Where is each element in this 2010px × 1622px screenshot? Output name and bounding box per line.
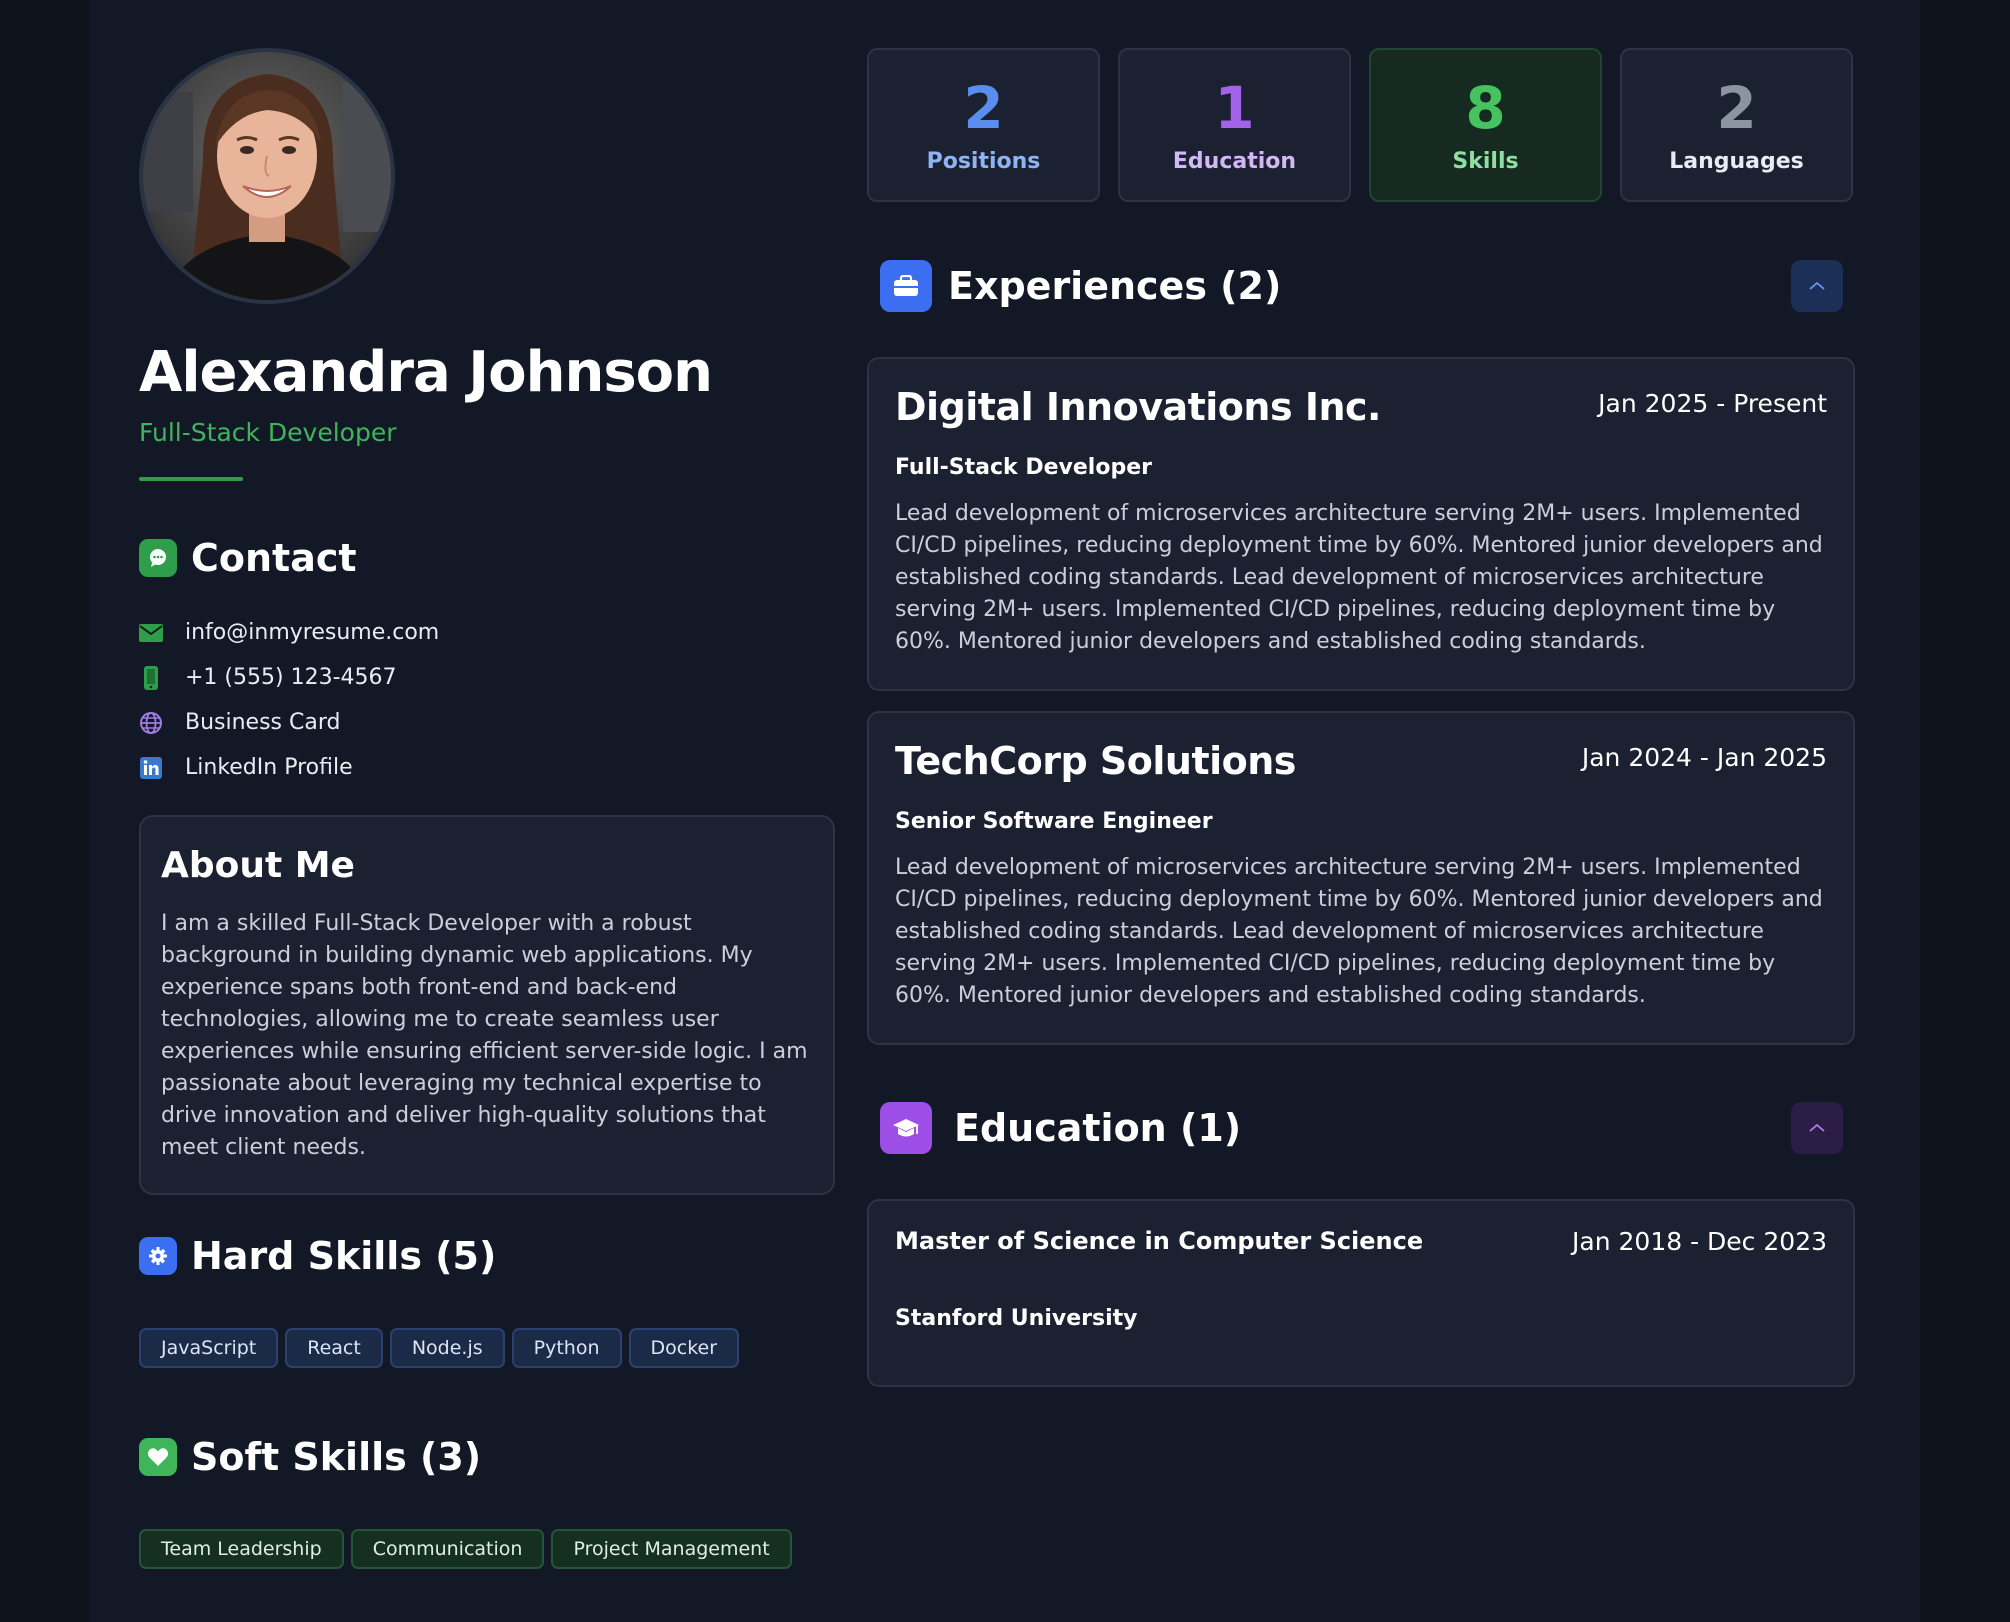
email-icon [139,621,163,645]
heart-icon [139,1438,177,1476]
stats-row: 2 Positions 1 Education 8 Skills 2 Langu… [867,48,1853,202]
graduation-cap-icon [880,1102,932,1154]
contact-business-card-label[interactable]: Business Card [185,710,340,735]
skill-tag: React [285,1328,383,1368]
chat-bubble-icon [139,539,177,577]
experience-description: Lead development of microservices archit… [895,501,1823,654]
experience-company: TechCorp Solutions [895,739,1296,783]
contact-business-card[interactable]: Business Card [139,700,439,745]
education-degree: Master of Science in Computer Science [895,1227,1424,1255]
contact-header: Contact [139,536,357,580]
contact-title: Contact [191,536,357,580]
stat-skills-label: Skills [1452,148,1519,174]
experience-position: Senior Software Engineer [895,809,1213,834]
resume-page: Alexandra Johnson Full-Stack Developer C… [90,0,1920,1622]
skill-tag: Docker [628,1328,740,1368]
skill-tag: Team Leadership [139,1529,344,1569]
briefcase-icon [880,260,932,312]
experience-dates: Jan 2025 - Present [1598,389,1827,418]
contact-phone-label[interactable]: +1 (555) 123-4567 [185,665,397,690]
education-card: Master of Science in Computer Science Ja… [867,1199,1855,1387]
profile-role: Full-Stack Developer [139,418,397,447]
education-title: Education (1) [954,1106,1242,1150]
hard-skills-list: JavaScript React Node.js Python Docker [139,1328,740,1368]
profile-photo [143,52,391,300]
about-card: About Me I am a skilled Full-Stack Devel… [139,815,835,1195]
experience-card: Digital Innovations Inc. Jan 2025 - Pres… [867,357,1855,691]
stat-languages: 2 Languages [1620,48,1853,202]
hard-skills-header: Hard Skills (5) [139,1234,496,1278]
contact-email-label[interactable]: info@inmyresume.com [185,620,439,645]
education-dates: Jan 2018 - Dec 2023 [1572,1227,1827,1256]
contact-linkedin[interactable]: LinkedIn Profile [139,745,439,790]
soft-skills-list: Team Leadership Communication Project Ma… [139,1529,792,1569]
skill-tag: Communication [350,1529,545,1569]
about-title: About Me [161,845,355,886]
experiences-collapse-button[interactable] [1791,260,1843,312]
profile-name: Alexandra Johnson [139,340,713,405]
soft-skills-title: Soft Skills (3) [191,1435,482,1479]
stat-education-value: 1 [1214,73,1255,142]
experience-position: Full-Stack Developer [895,455,1152,480]
experiences-header: Experiences (2) [880,260,1281,312]
stat-education: 1 Education [1118,48,1351,202]
contact-email[interactable]: info@inmyresume.com [139,610,439,655]
gear-icon [139,1237,177,1275]
chevron-up-icon [1809,281,1825,290]
divider [139,477,243,481]
stat-positions-label: Positions [926,148,1041,174]
skill-tag: Node.js [389,1328,505,1368]
stat-positions-value: 2 [963,73,1004,142]
phone-icon [139,665,163,690]
education-school: Stanford University [895,1306,1138,1331]
soft-skills-header: Soft Skills (3) [139,1435,481,1479]
skill-tag: Project Management [551,1529,792,1569]
globe-icon [139,711,163,735]
education-collapse-button[interactable] [1791,1102,1843,1154]
linkedin-icon [139,756,163,780]
stat-languages-label: Languages [1669,148,1804,174]
experience-description: Lead development of microservices archit… [895,855,1823,1008]
contact-list: info@inmyresume.com +1 (555) 123-4567 Bu… [139,610,439,790]
chevron-up-icon [1809,1123,1825,1132]
skill-tag: JavaScript [139,1328,279,1368]
experiences-title: Experiences (2) [948,264,1282,308]
experience-company: Digital Innovations Inc. [895,385,1381,429]
stat-education-label: Education [1172,148,1297,174]
hard-skills-title: Hard Skills (5) [191,1234,497,1278]
experience-dates: Jan 2024 - Jan 2025 [1581,743,1827,772]
experience-card: TechCorp Solutions Jan 2024 - Jan 2025 S… [867,711,1855,1045]
stat-skills-value: 8 [1465,73,1506,142]
contact-phone[interactable]: +1 (555) 123-4567 [139,655,439,700]
about-text: I am a skilled Full-Stack Developer with… [161,911,808,1160]
contact-linkedin-label[interactable]: LinkedIn Profile [185,755,353,780]
avatar [139,48,395,304]
education-header: Education (1) [880,1102,1241,1154]
skill-tag: Python [511,1328,622,1368]
stat-skills: 8 Skills [1369,48,1602,202]
stat-positions: 2 Positions [867,48,1100,202]
stat-languages-value: 2 [1716,73,1757,142]
